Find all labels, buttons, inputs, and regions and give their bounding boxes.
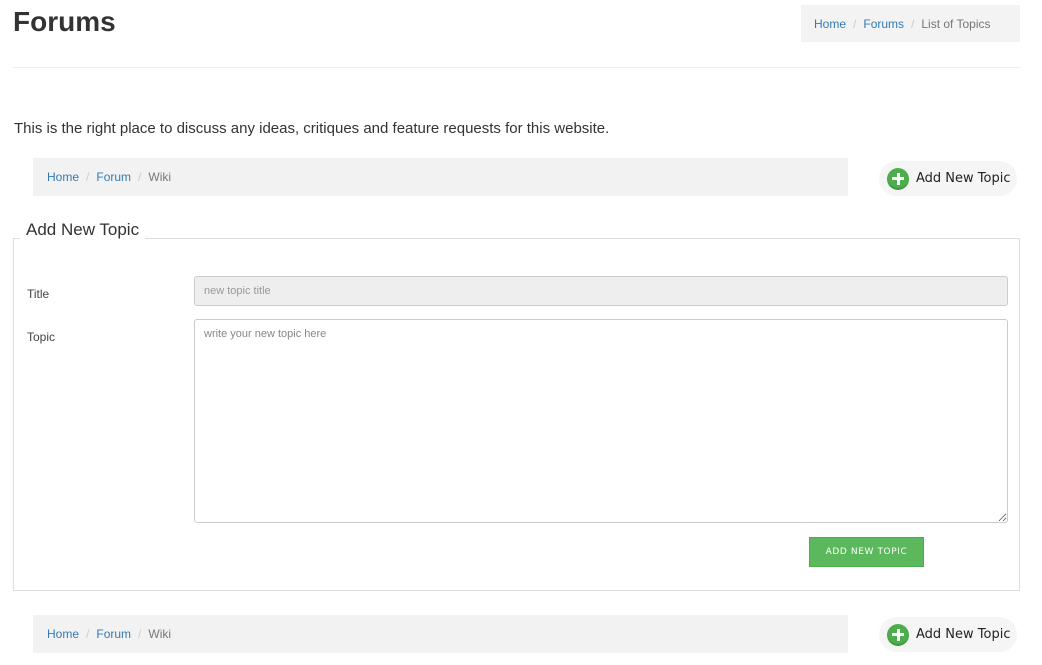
fieldset-legend: Add New Topic [20, 220, 146, 240]
forum-breadcrumb-bar-bottom: Home / Forum / Wiki [33, 615, 848, 653]
breadcrumb-separator: / [138, 170, 142, 184]
breadcrumb-home-link[interactable]: Home [814, 17, 846, 31]
breadcrumb-separator: / [138, 627, 142, 641]
title-label: Title [27, 287, 50, 301]
topic-textarea[interactable] [194, 319, 1008, 523]
forum-breadcrumb-current: Wiki [148, 170, 172, 184]
plus-circle-icon [887, 167, 909, 190]
header-breadcrumb: Home / Forums / List of Topics [801, 5, 1020, 42]
forum-breadcrumb-forum-link[interactable]: Forum [96, 627, 131, 641]
forum-breadcrumb-home-link[interactable]: Home [47, 170, 79, 184]
forum-breadcrumb-home-link[interactable]: Home [47, 627, 79, 641]
breadcrumb-forums-link[interactable]: Forums [863, 17, 904, 31]
breadcrumb-separator: / [911, 16, 915, 31]
plus-circle-icon [887, 623, 909, 646]
add-new-topic-button-bottom[interactable]: Add New Topic [879, 617, 1017, 652]
intro-text: This is the right place to discuss any i… [14, 120, 610, 137]
page-title: Forums [13, 6, 116, 37]
submit-new-topic-button[interactable]: ADD NEW TOPIC [809, 537, 924, 567]
add-new-topic-button[interactable]: Add New Topic [879, 161, 1017, 196]
add-new-topic-label: Add New Topic [916, 171, 1011, 186]
breadcrumb-separator: / [853, 16, 857, 31]
header-divider [13, 67, 1021, 68]
forum-breadcrumb-current: Wiki [148, 627, 172, 641]
page: Forums Home / Forums / List of Topics Th… [0, 0, 1042, 665]
forum-breadcrumb-bar: Home / Forum / Wiki [33, 158, 848, 196]
forum-breadcrumb-forum-link[interactable]: Forum [96, 170, 131, 184]
add-new-topic-label: Add New Topic [916, 627, 1011, 642]
breadcrumb-current: List of Topics [921, 16, 991, 31]
title-input[interactable] [194, 276, 1008, 306]
breadcrumb-separator: / [86, 170, 90, 184]
breadcrumb-separator: / [86, 627, 90, 641]
topic-label: Topic [27, 330, 56, 344]
